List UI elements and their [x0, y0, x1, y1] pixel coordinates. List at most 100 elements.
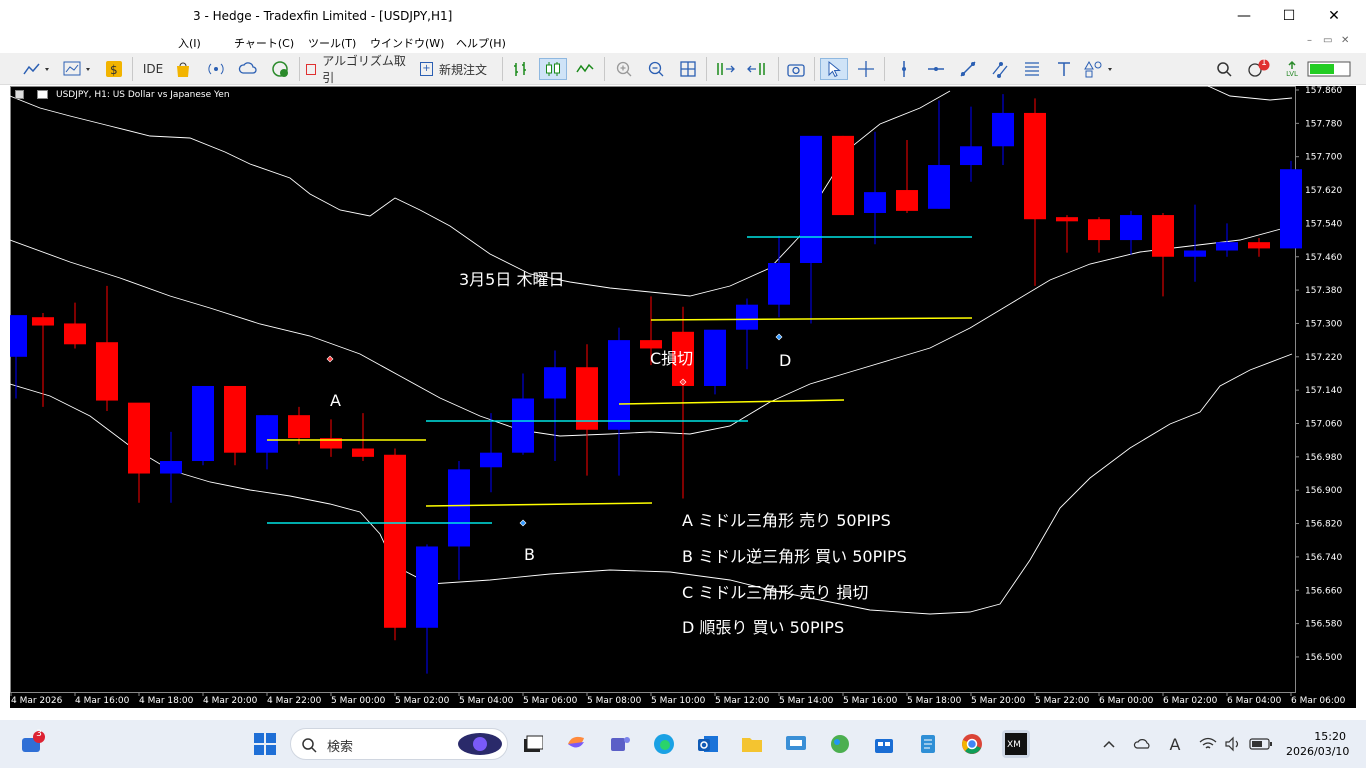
- line-series-icon[interactable]: [572, 58, 598, 80]
- notification-count: 1: [1261, 58, 1267, 68]
- toolbar-separator: [884, 57, 885, 81]
- line-chart-icon[interactable]: [20, 58, 54, 80]
- search-icon[interactable]: [1212, 58, 1236, 80]
- text-tool-icon[interactable]: [1052, 58, 1076, 80]
- menu-window[interactable]: ウインドウ(W): [370, 35, 444, 51]
- bar-chart-icon[interactable]: [508, 58, 534, 80]
- algo-stop-icon: [306, 63, 317, 75]
- legend-line-a: A ミドル三角形 売り 50PIPS: [682, 511, 891, 530]
- legend-line-d: D 順張り 買い 50PIPS: [682, 618, 845, 637]
- price-label: 156.660: [1305, 586, 1342, 596]
- volume-icon[interactable]: [1222, 730, 1244, 758]
- time-label: 4 Mar 20:00: [203, 696, 258, 706]
- toolbar-separator: [778, 57, 779, 81]
- chart-area[interactable]: 157.860 157.780 157.700 157.620 157.540 157.4…: [10, 86, 1356, 708]
- toolbar-separator: [299, 57, 300, 81]
- cursor-icon[interactable]: [820, 58, 848, 80]
- wifi-icon[interactable]: [1196, 730, 1220, 758]
- price-label: 157.700: [1305, 153, 1342, 163]
- ime-icon[interactable]: A: [1164, 730, 1186, 758]
- zoom-in-icon[interactable]: [612, 58, 636, 80]
- symbol-header: USDJPY, H1: US Dollar vs Japanese Yen: [56, 90, 230, 100]
- task-view-icon[interactable]: [518, 730, 546, 758]
- marker-a: A: [330, 391, 341, 410]
- taskbar-search[interactable]: 検索: [290, 728, 508, 760]
- fibonacci-icon[interactable]: [1020, 58, 1044, 80]
- file-explorer-icon[interactable]: [738, 730, 766, 758]
- teams-icon[interactable]: [606, 730, 634, 758]
- close-button[interactable]: ✕: [1311, 0, 1357, 32]
- copilot-icon[interactable]: [562, 730, 590, 758]
- price-label: 157.220: [1305, 353, 1342, 363]
- menu-chart[interactable]: チャート(C): [234, 35, 294, 51]
- taskbar-clock[interactable]: 15:20 2026/03/10: [1286, 729, 1350, 759]
- community-icon[interactable]: [268, 58, 292, 80]
- vps-cloud-icon[interactable]: [236, 58, 260, 80]
- search-highlight-icon: [458, 733, 502, 755]
- show-hidden-icons[interactable]: [1098, 730, 1120, 758]
- app-icon[interactable]: [826, 730, 854, 758]
- search-placeholder: 検索: [327, 740, 354, 755]
- clock-date: 2026/03/10: [1286, 745, 1350, 758]
- tile-windows-icon[interactable]: [676, 58, 700, 80]
- channel-icon[interactable]: [988, 58, 1012, 80]
- signals-icon[interactable]: [204, 58, 228, 80]
- minimize-button[interactable]: —: [1221, 0, 1267, 32]
- new-order-button[interactable]: + 新規注文: [420, 58, 496, 80]
- menu-help[interactable]: ヘルプ(H): [456, 35, 506, 51]
- time-label: 5 Mar 08:00: [587, 696, 642, 706]
- price-label: 156.900: [1305, 486, 1342, 496]
- onedrive-icon[interactable]: [1132, 730, 1156, 758]
- market-icon[interactable]: [172, 58, 194, 80]
- time-label: 6 Mar 02:00: [1163, 696, 1218, 706]
- price-label: 157.460: [1305, 253, 1342, 263]
- candle-bullish: [416, 546, 438, 628]
- time-label: 5 Mar 12:00: [715, 696, 770, 706]
- chrome-icon[interactable]: [958, 730, 986, 758]
- trendline-icon[interactable]: [956, 58, 980, 80]
- start-icon[interactable]: [251, 730, 279, 758]
- candle-bullish: [10, 315, 27, 357]
- maximize-button[interactable]: ☐: [1266, 0, 1312, 32]
- chart-menu-icon[interactable]: [15, 90, 24, 99]
- edge-icon[interactable]: [650, 730, 678, 758]
- mdi-restore-button[interactable]: ▭: [1323, 35, 1332, 46]
- menu-tools[interactable]: ツール(T): [308, 35, 356, 51]
- ide-button[interactable]: IDE: [140, 58, 166, 80]
- dollar-icon[interactable]: $: [104, 58, 124, 80]
- time-label: 6 Mar 00:00: [1099, 696, 1154, 706]
- time-label: 5 Mar 02:00: [395, 696, 450, 706]
- candlestick-icon[interactable]: [539, 58, 567, 80]
- crosshair-icon[interactable]: [854, 58, 878, 80]
- app-icon[interactable]: [782, 730, 810, 758]
- candle-bearish: [288, 415, 310, 439]
- candle-bullish: [1216, 242, 1238, 251]
- battery-icon[interactable]: [1248, 730, 1274, 758]
- price-label: 157.780: [1305, 119, 1342, 129]
- mdi-close-button[interactable]: ✕: [1341, 35, 1349, 46]
- shapes-icon[interactable]: [1082, 58, 1118, 80]
- candle-bullish: [192, 385, 214, 462]
- horizontal-line-icon[interactable]: [924, 58, 948, 80]
- candle-bullish: [1120, 215, 1142, 241]
- outlook-icon[interactable]: [694, 730, 722, 758]
- notepad-icon[interactable]: [914, 730, 942, 758]
- zoom-out-icon[interactable]: [644, 58, 668, 80]
- new-order-label: 新規注文: [439, 62, 488, 77]
- chart-shift-icon[interactable]: [744, 58, 770, 80]
- vertical-line-icon[interactable]: [892, 58, 916, 80]
- toolbar-separator: [814, 57, 815, 81]
- menu-insert[interactable]: 入(I): [178, 35, 201, 51]
- chart-template-icon[interactable]: [60, 58, 96, 80]
- mdi-minimize-button[interactable]: –: [1307, 35, 1312, 46]
- time-label: 4 Mar 2026: [11, 696, 63, 706]
- store-icon[interactable]: [870, 730, 898, 758]
- xm-mt5-icon[interactable]: XM: [1002, 730, 1030, 758]
- algo-trading-button[interactable]: アルゴリズム取引: [306, 54, 410, 85]
- trendline: [650, 317, 973, 321]
- candle-bearish: [1088, 219, 1110, 241]
- auto-scroll-icon[interactable]: [712, 58, 738, 80]
- price-label: 157.860: [1305, 86, 1342, 96]
- toolbar-separator: [502, 57, 503, 81]
- screenshot-icon[interactable]: [784, 58, 808, 80]
